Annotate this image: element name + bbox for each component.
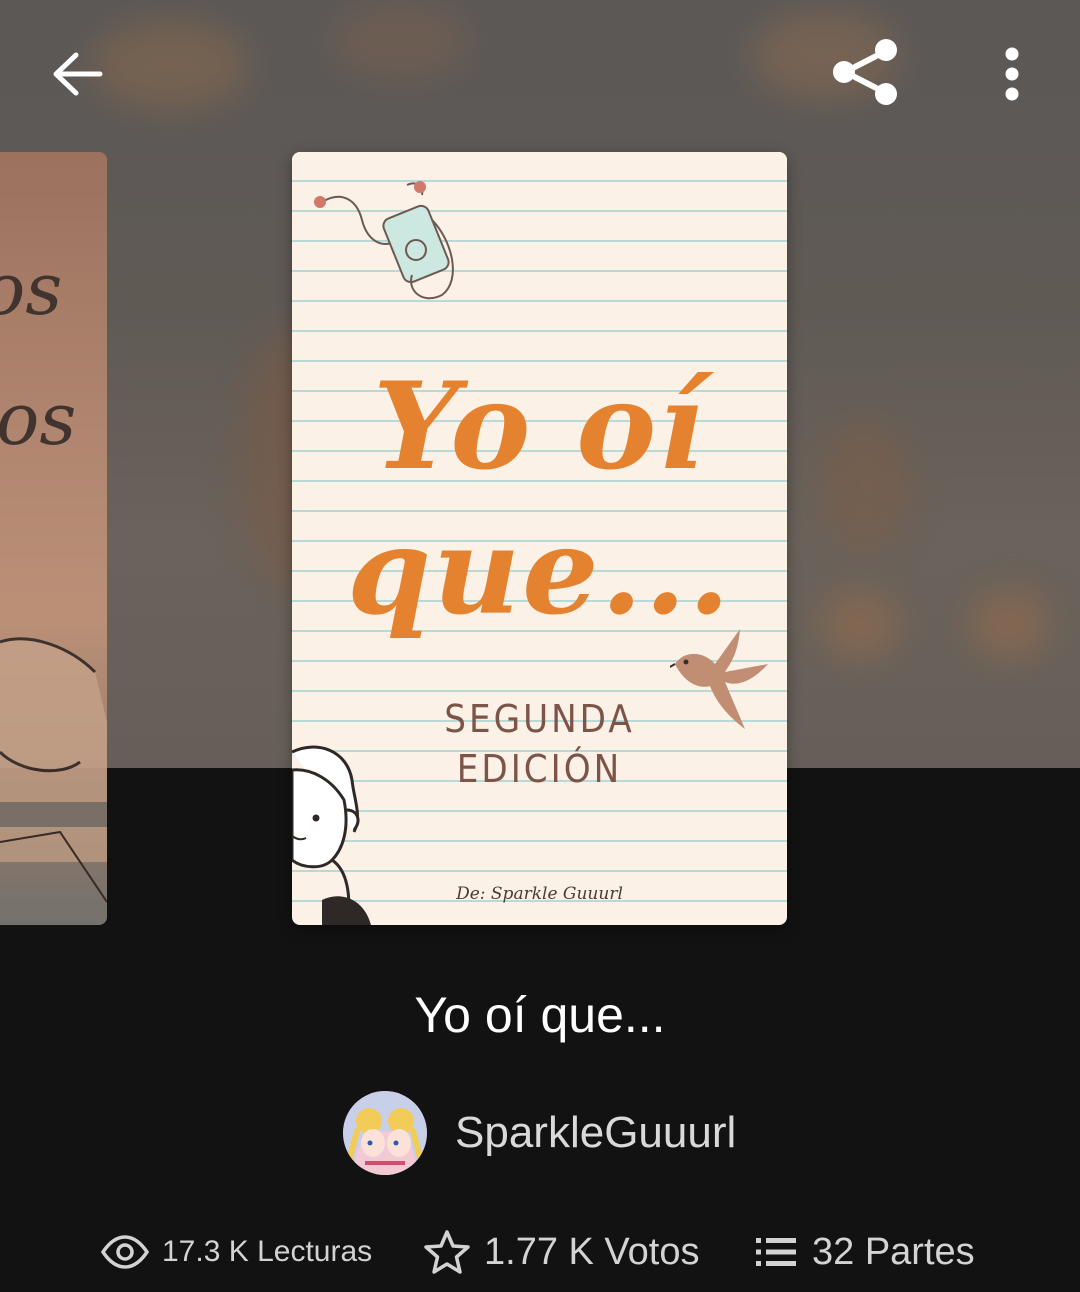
author-link[interactable]: SparkleGuuurl bbox=[343, 1091, 736, 1175]
avatar-illustration bbox=[343, 1091, 427, 1175]
parts-stat: 32 Partes bbox=[756, 1222, 975, 1282]
cover-edition-line-1: SEGUNDA bbox=[444, 697, 635, 741]
peek-cover-text-2: os bbox=[0, 377, 77, 461]
cover-title-line-2: que... bbox=[347, 501, 732, 642]
share-icon bbox=[833, 39, 897, 105]
more-options-button[interactable] bbox=[984, 38, 1040, 110]
story-title: Yo oí que... bbox=[414, 987, 666, 1043]
votes-stat: 1.77 K Votos bbox=[424, 1222, 700, 1282]
cover-author-credit: De: Sparkle Guuurl bbox=[456, 884, 623, 904]
story-stats: 17.3 K Lecturas 1.77 K Votos 32 Partes bbox=[0, 1222, 1080, 1282]
previous-story-cover[interactable]: os os bbox=[0, 152, 107, 925]
reads-stat: 17.3 K Lecturas bbox=[101, 1222, 372, 1282]
votes-count: 1.77 K Votos bbox=[484, 1230, 700, 1273]
arrow-left-icon bbox=[53, 52, 103, 96]
top-app-bar bbox=[0, 0, 1080, 150]
eye-icon bbox=[101, 1235, 149, 1269]
list-icon bbox=[756, 1238, 796, 1266]
author-avatar[interactable] bbox=[343, 1091, 427, 1175]
parts-count: 32 Partes bbox=[812, 1230, 975, 1273]
more-vertical-icon bbox=[1005, 47, 1019, 101]
cover-top-margin bbox=[292, 152, 787, 160]
peek-cover-text-1: os bbox=[0, 247, 63, 331]
story-cover[interactable]: Yo oí que... SEGUNDA EDICIÓN De: Sparkle… bbox=[292, 152, 787, 925]
share-button[interactable] bbox=[822, 30, 910, 114]
story-details-screen: os os Yo oí que... S bbox=[0, 0, 1080, 1292]
music-player-icon bbox=[314, 181, 454, 300]
star-icon bbox=[424, 1230, 470, 1274]
author-name[interactable]: SparkleGuuurl bbox=[455, 1108, 736, 1158]
peek-cover-illustration bbox=[0, 637, 107, 903]
back-button[interactable] bbox=[38, 36, 118, 112]
cover-title-line-1: Yo oí bbox=[373, 356, 706, 497]
reads-count: 17.3 K Lecturas bbox=[162, 1235, 373, 1268]
